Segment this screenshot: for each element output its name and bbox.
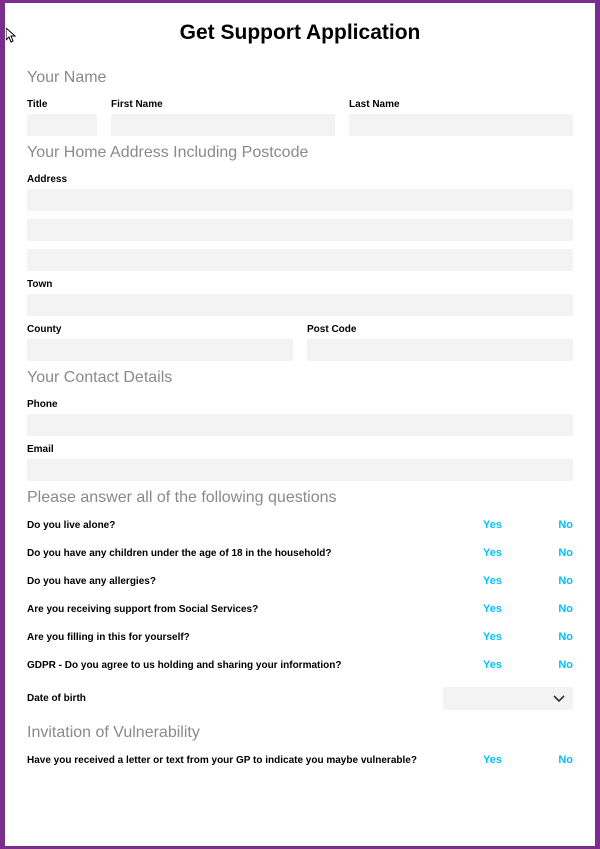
q1-no-button[interactable]: No <box>558 519 573 531</box>
last-name-label: Last Name <box>349 99 573 110</box>
postcode-label: Post Code <box>307 324 573 335</box>
dob-select[interactable] <box>443 687 573 710</box>
title-input[interactable] <box>27 114 97 136</box>
q4-yes-button[interactable]: Yes <box>483 603 502 615</box>
q3-no-button[interactable]: No <box>558 575 573 587</box>
last-name-input[interactable] <box>349 114 573 136</box>
question-children: Do you have any children under the age o… <box>27 547 573 559</box>
name-row: Title First Name Last Name <box>27 99 573 136</box>
first-name-input[interactable] <box>111 114 335 136</box>
q6-no-button[interactable]: No <box>558 659 573 671</box>
q5-yes-button[interactable]: Yes <box>483 631 502 643</box>
page-title: Get Support Application <box>27 21 573 45</box>
q5-label: Are you filling in this for yourself? <box>27 632 483 643</box>
section-address-heading: Your Home Address Including Postcode <box>27 144 573 162</box>
email-label: Email <box>27 444 573 455</box>
q6-yes-button[interactable]: Yes <box>483 659 502 671</box>
section-contact-heading: Your Contact Details <box>27 369 573 387</box>
q2-label: Do you have any children under the age o… <box>27 548 483 559</box>
q2-no-button[interactable]: No <box>558 547 573 559</box>
phone-input[interactable] <box>27 414 573 436</box>
q2-yes-button[interactable]: Yes <box>483 547 502 559</box>
phone-label: Phone <box>27 399 573 410</box>
town-label: Town <box>27 279 573 290</box>
dob-row: Date of birth <box>27 687 573 710</box>
title-label: Title <box>27 99 97 110</box>
address-line1-input[interactable] <box>27 189 573 211</box>
postcode-input[interactable] <box>307 339 573 361</box>
address-label: Address <box>27 174 573 185</box>
email-input[interactable] <box>27 459 573 481</box>
county-input[interactable] <box>27 339 293 361</box>
address-line3-input[interactable] <box>27 249 573 271</box>
vq1-label: Have you received a letter or text from … <box>27 755 483 766</box>
dob-label: Date of birth <box>27 693 443 704</box>
question-allergies: Do you have any allergies? Yes No <box>27 575 573 587</box>
question-social-services: Are you receiving support from Social Se… <box>27 603 573 615</box>
q4-label: Are you receiving support from Social Se… <box>27 604 483 615</box>
town-input[interactable] <box>27 294 573 316</box>
q3-label: Do you have any allergies? <box>27 576 483 587</box>
question-gdpr: GDPR - Do you agree to us holding and sh… <box>27 659 573 671</box>
q5-no-button[interactable]: No <box>558 631 573 643</box>
vq1-no-button[interactable]: No <box>558 754 573 766</box>
chevron-down-icon <box>553 695 565 703</box>
question-live-alone: Do you live alone? Yes No <box>27 519 573 531</box>
q3-yes-button[interactable]: Yes <box>483 575 502 587</box>
county-label: County <box>27 324 293 335</box>
section-vulnerability-heading: Invitation of Vulnerability <box>27 724 573 742</box>
address-line2-input[interactable] <box>27 219 573 241</box>
section-name-heading: Your Name <box>27 69 573 87</box>
q4-no-button[interactable]: No <box>558 603 573 615</box>
q6-label: GDPR - Do you agree to us holding and sh… <box>27 660 483 671</box>
q1-label: Do you live alone? <box>27 520 483 531</box>
question-for-yourself: Are you filling in this for yourself? Ye… <box>27 631 573 643</box>
first-name-label: First Name <box>111 99 335 110</box>
form-page: Get Support Application Your Name Title … <box>5 3 595 846</box>
vq1-yes-button[interactable]: Yes <box>483 754 502 766</box>
section-questions-heading: Please answer all of the following quest… <box>27 489 573 507</box>
q1-yes-button[interactable]: Yes <box>483 519 502 531</box>
question-gp-letter: Have you received a letter or text from … <box>27 754 573 766</box>
